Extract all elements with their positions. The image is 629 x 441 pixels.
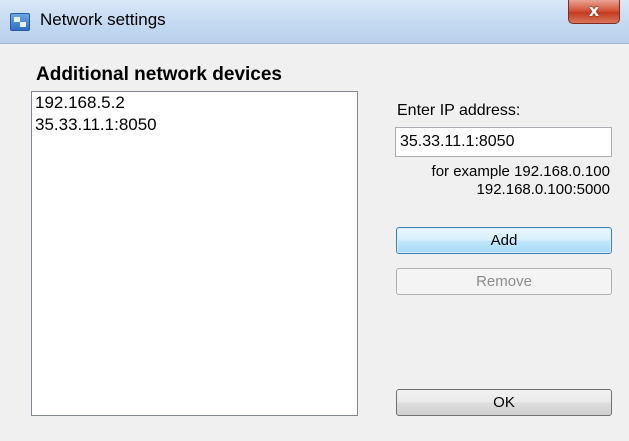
close-button[interactable]: x — [568, 0, 620, 24]
ip-address-label: Enter IP address: — [397, 102, 521, 119]
devices-section-title: Additional network devices — [36, 64, 282, 85]
ip-address-input[interactable] — [395, 127, 612, 157]
add-button[interactable]: Add — [396, 227, 612, 254]
device-list[interactable]: 192.168.5.2 35.33.11.1:8050 — [31, 91, 358, 416]
network-settings-icon — [10, 13, 30, 31]
device-list-item[interactable]: 35.33.11.1:8050 — [32, 114, 357, 136]
ok-button[interactable]: OK — [396, 389, 612, 416]
remove-button[interactable]: Remove — [396, 268, 612, 295]
ip-example-line-2: 192.168.0.100:5000 — [476, 181, 610, 198]
network-settings-window: Network settings x Additional network de… — [0, 0, 629, 441]
device-list-item[interactable]: 192.168.5.2 — [32, 92, 357, 114]
ip-example-line-1: for example 192.168.0.100 — [431, 163, 610, 180]
title-bar[interactable]: Network settings x — [0, 0, 629, 44]
window-title: Network settings — [40, 10, 166, 29]
